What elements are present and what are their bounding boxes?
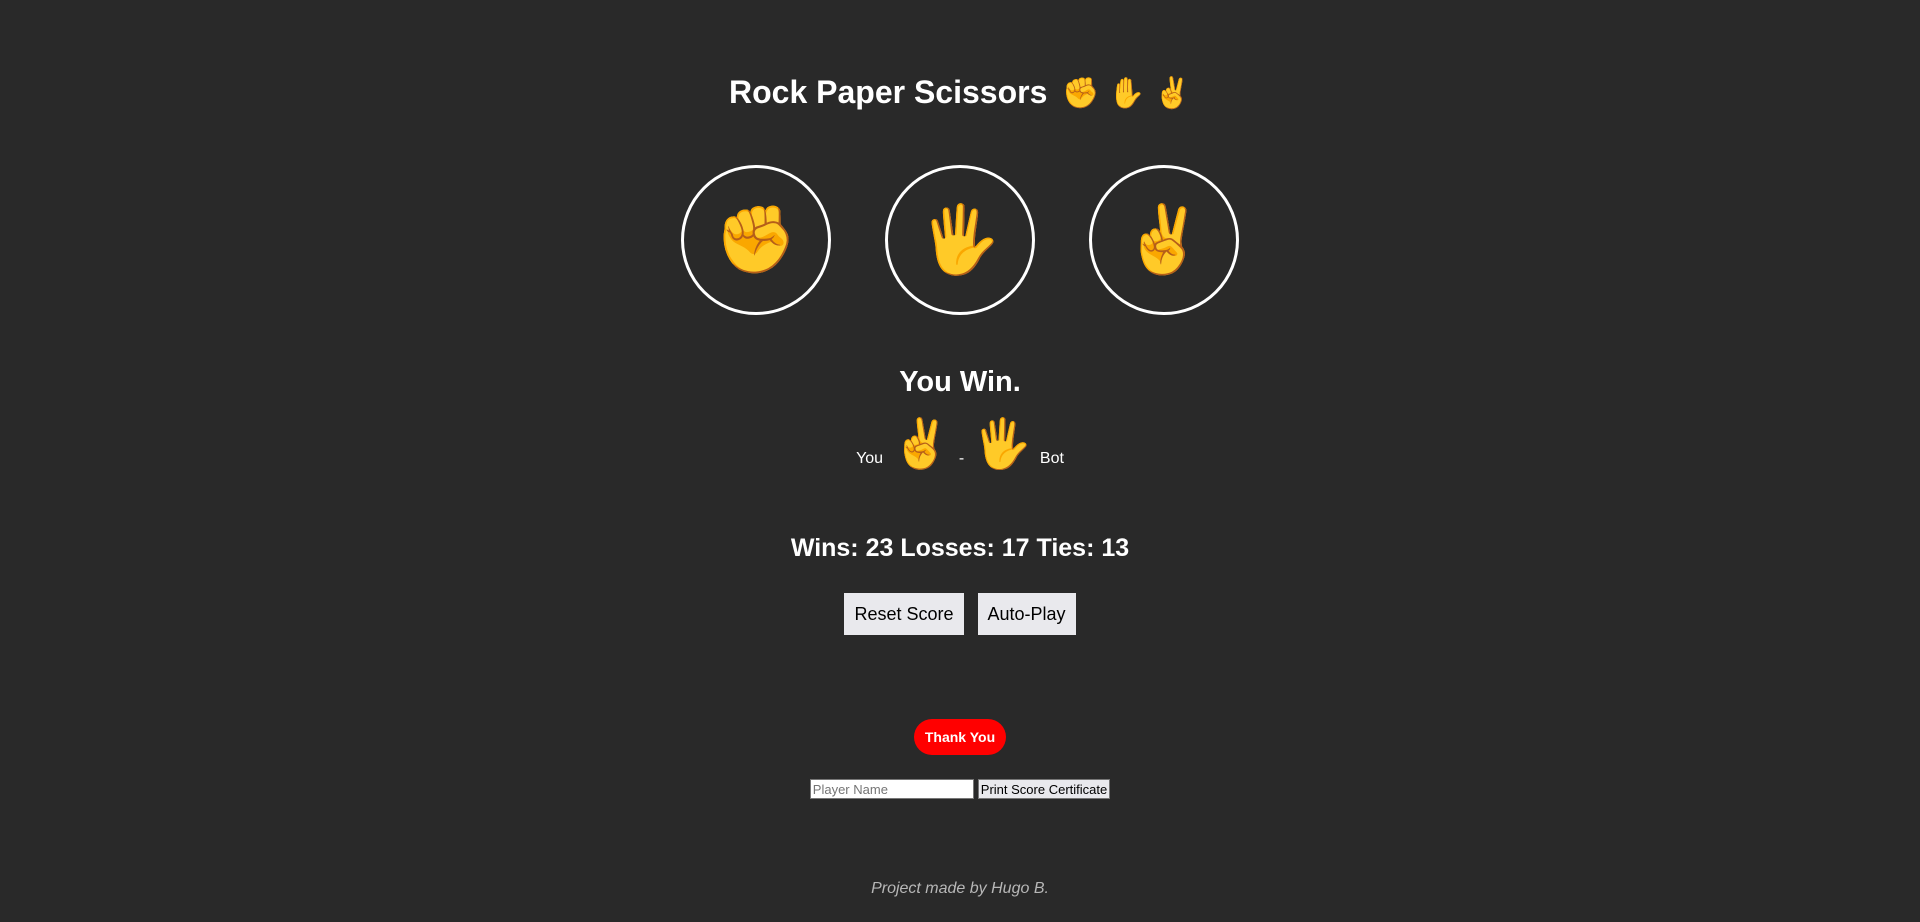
footer-credit: Project made by Hugo B. <box>871 880 1049 897</box>
moves-display: You ✌️ - 🖐️ Bot <box>0 418 1920 472</box>
rock-fist-icon: ✊ <box>714 202 798 276</box>
score-display: Wins: 23 Losses: 17 Ties: 13 <box>790 534 1130 562</box>
scissors-hand-icon: ✌️ <box>1122 202 1206 276</box>
player-name-input[interactable] <box>809 779 974 799</box>
title-text: Rock Paper Scissors <box>728 74 1048 110</box>
bot-move-icon: 🖐️ <box>972 418 1032 471</box>
title-emoji-icons: ✊ ✋ ✌️ <box>1062 77 1191 110</box>
print-certificate-button[interactable]: Print Score Certificate <box>977 779 1111 799</box>
thank-you-button[interactable]: Thank You <box>913 719 1007 755</box>
score-controls: Reset Score Auto-Play <box>0 593 1920 635</box>
reset-score-button[interactable]: Reset Score <box>844 593 964 635</box>
you-label: You <box>856 450 884 467</box>
bot-label: Bot <box>1039 450 1064 467</box>
rock-button[interactable]: ✊ <box>681 165 831 315</box>
player-move-icon: ✌️ <box>891 418 951 471</box>
thanks-section: Thank You <box>0 719 1920 755</box>
result-text: You Win. <box>899 366 1021 398</box>
move-choices: ✊ 🖐️ ✌️ <box>0 165 1920 315</box>
paper-hand-icon: 🖐️ <box>918 202 1002 276</box>
moves-separator: - <box>958 450 965 467</box>
certificate-form: Print Score Certificate <box>0 779 1920 799</box>
scissors-button[interactable]: ✌️ <box>1089 165 1239 315</box>
paper-button[interactable]: 🖐️ <box>885 165 1035 315</box>
page-title: Rock Paper Scissors ✊ ✋ ✌️ <box>0 72 1920 114</box>
auto-play-button[interactable]: Auto-Play <box>977 593 1076 635</box>
